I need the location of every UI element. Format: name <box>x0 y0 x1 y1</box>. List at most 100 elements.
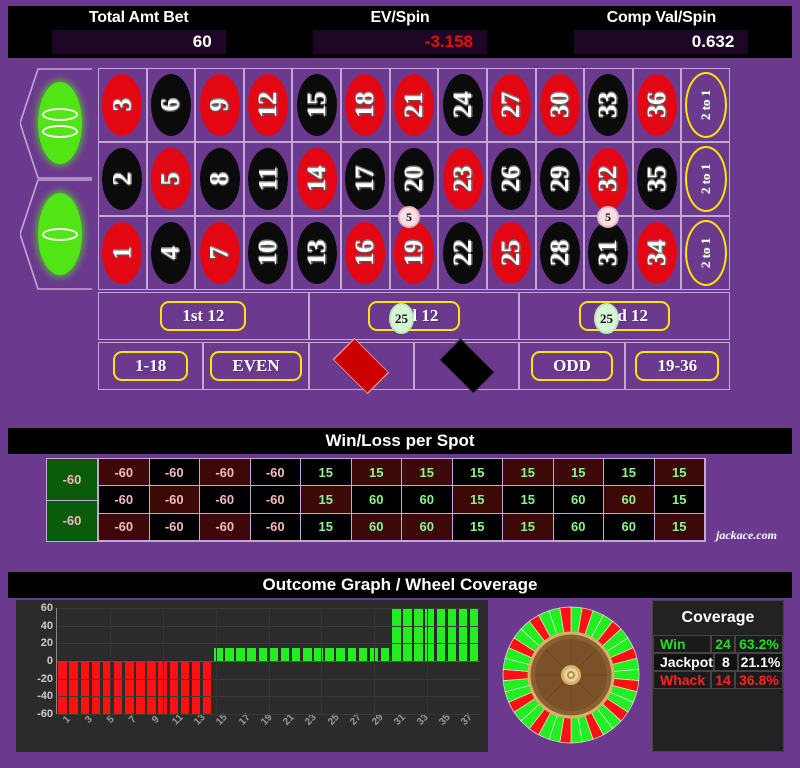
number-cell-32[interactable]: 32 <box>584 142 633 216</box>
chart-bar <box>247 647 256 661</box>
number-label: 11 <box>253 166 283 192</box>
outside-bet-red[interactable] <box>308 337 414 395</box>
chip-5-0[interactable]: 5 <box>398 206 420 228</box>
number-cell-24[interactable]: 24 <box>438 68 487 142</box>
number-cell-18[interactable]: 18 <box>341 68 390 142</box>
number-cell-19[interactable]: 19 <box>389 216 439 290</box>
chart-bar <box>280 647 290 661</box>
number-label: 14 <box>301 166 331 192</box>
number-cell-20[interactable]: 20 <box>389 142 439 216</box>
number-label: 1 <box>107 246 137 260</box>
chart-bar <box>269 647 279 661</box>
zero-cell-00[interactable] <box>20 68 92 179</box>
number-label: 32 <box>593 166 623 192</box>
column-bet-2to1-row0[interactable]: 2 to 1 <box>681 68 730 142</box>
chart-bar <box>58 661 67 714</box>
number-cell-2[interactable]: 2 <box>98 142 147 216</box>
number-cell-17[interactable]: 17 <box>341 142 390 216</box>
dozen-bet-1[interactable]: 1st 12 <box>98 292 309 340</box>
number-cell-9[interactable]: 9 <box>195 68 244 142</box>
number-cell-34[interactable]: 34 <box>632 216 682 290</box>
wheel-svg <box>502 606 640 744</box>
outside-bet-even[interactable]: EVEN <box>203 342 309 390</box>
number-cell-15[interactable]: 15 <box>292 68 342 142</box>
zero-cell-0[interactable] <box>20 179 92 290</box>
outside-bet-black[interactable] <box>414 337 520 395</box>
zero-digit-glyph <box>42 227 78 241</box>
chart-bar <box>80 661 90 714</box>
number-cell-5[interactable]: 5 <box>146 142 196 216</box>
number-grid: 3 6 9 12 15 18 21 24 27 30 33 36 2 to 1 2 5 8 11 14 17 20 23… <box>98 68 730 290</box>
chip-5-1[interactable]: 5 <box>597 206 619 228</box>
column-bet-2to1-row1[interactable]: 2 to 1 <box>681 142 730 216</box>
number-cell-29[interactable]: 29 <box>535 142 585 216</box>
column-bet-2to1-row2[interactable]: 2 to 1 <box>681 216 730 290</box>
number-cell-8[interactable]: 8 <box>195 142 244 216</box>
number-cell-28[interactable]: 28 <box>535 216 585 290</box>
header-stats-bar: Total Amt Bet 60 EV/Spin -3.158 Comp Val/Spi… <box>8 6 792 58</box>
number-cell-10[interactable]: 10 <box>243 216 293 290</box>
number-cell-14[interactable]: 14 <box>292 142 342 216</box>
dozen-bet-3[interactable]: 3rd 12 <box>519 292 730 340</box>
winloss-cell: 15 <box>402 459 453 487</box>
number-cell-26[interactable]: 26 <box>486 142 536 216</box>
number-cell-33[interactable]: 33 <box>584 68 633 142</box>
number-cell-36[interactable]: 36 <box>632 68 682 142</box>
number-cell-21[interactable]: 21 <box>389 68 439 142</box>
number-cell-11[interactable]: 11 <box>243 142 293 216</box>
stat-value: -3.158 <box>424 32 473 51</box>
column-bet-ellipse: 2 to 1 <box>684 220 727 286</box>
number-oval: 5 <box>150 148 191 210</box>
chart-bar <box>458 608 468 661</box>
winloss-zero-column: -60 -60 <box>46 458 98 542</box>
outcome-graph-body: 1 3 5 7 9 11 13 15 17 19 21 23 25 27 29 31 33 35 37 60 40 20… <box>8 598 792 760</box>
number-cell-27[interactable]: 27 <box>486 68 536 142</box>
number-label: 23 <box>447 166 477 192</box>
winloss-cell: -60 <box>200 513 251 541</box>
chip-25-3[interactable]: 25 <box>594 303 619 334</box>
number-oval: 21 <box>393 74 434 136</box>
winloss-cell: 60 <box>604 513 655 541</box>
number-cell-4[interactable]: 4 <box>146 216 196 290</box>
outside-bet-1-18[interactable]: 1-18 <box>98 342 204 390</box>
number-cell-16[interactable]: 16 <box>341 216 390 290</box>
outside-bet-19-36[interactable]: 19-36 <box>624 342 730 390</box>
number-cell-1[interactable]: 1 <box>98 216 147 290</box>
outside-bet-odd[interactable]: ODD <box>519 342 625 390</box>
chart-bar <box>180 661 190 714</box>
number-label: 24 <box>447 92 477 118</box>
number-cell-35[interactable]: 35 <box>632 142 682 216</box>
number-oval: 19 <box>393 222 434 284</box>
column-bet-label: 2 to 1 <box>697 163 713 195</box>
winloss-cell: 15 <box>553 459 604 487</box>
dozen-bet-2[interactable]: 2nd 12 <box>308 292 520 340</box>
winloss-cell: 15 <box>654 459 705 487</box>
outcome-graph-title: Outcome Graph / Wheel Coverage <box>8 572 792 598</box>
number-label: 8 <box>204 172 234 186</box>
dozen-label: 2nd 12 <box>367 301 461 331</box>
number-cell-30[interactable]: 30 <box>535 68 585 142</box>
number-cell-6[interactable]: 6 <box>146 68 196 142</box>
chart-bar <box>436 608 446 661</box>
stat-title: EV/Spin <box>370 9 430 26</box>
number-cell-22[interactable]: 22 <box>438 216 487 290</box>
coverage-row-whack: Whack 14 36.8% <box>653 671 783 689</box>
winloss-cell: 15 <box>503 513 554 541</box>
chart-ytick: -40 <box>37 690 53 703</box>
chart-bar <box>336 647 345 661</box>
number-cell-23[interactable]: 23 <box>438 142 487 216</box>
number-cell-12[interactable]: 12 <box>243 68 293 142</box>
winloss-cell: -60 <box>99 486 150 514</box>
number-cell-13[interactable]: 13 <box>292 216 342 290</box>
chart-gridline <box>57 714 480 715</box>
number-cell-3[interactable]: 3 <box>98 68 147 142</box>
number-oval: 31 <box>588 222 629 284</box>
winloss-cell: 60 <box>351 513 402 541</box>
number-cell-25[interactable]: 25 <box>486 216 536 290</box>
number-label: 33 <box>593 92 623 118</box>
coverage-label: Win <box>653 635 711 653</box>
number-oval: 11 <box>248 148 289 210</box>
chip-25-2[interactable]: 25 <box>389 303 414 334</box>
chart-bar <box>347 647 357 661</box>
number-cell-7[interactable]: 7 <box>195 216 244 290</box>
